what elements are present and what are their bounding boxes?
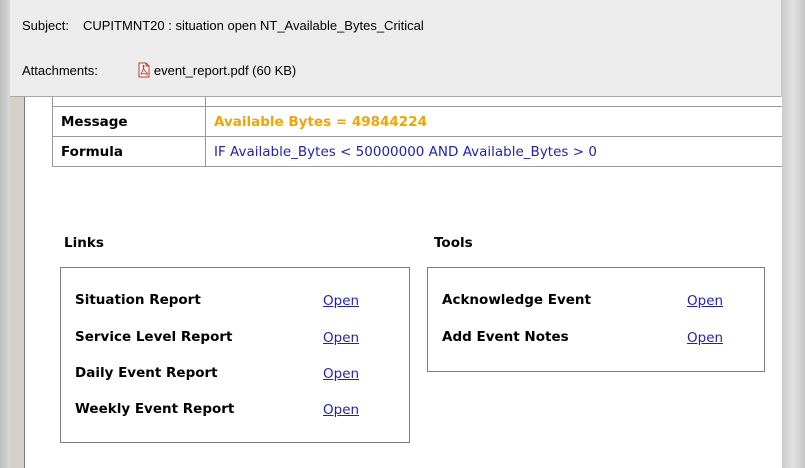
tools-title: Tools <box>434 235 473 251</box>
formula-key: Formula <box>52 136 206 167</box>
open-service-level-report-link[interactable]: Open <box>323 330 359 346</box>
tool-label-add-event-notes: Add Event Notes <box>442 329 569 345</box>
table-cell-value <box>205 97 782 107</box>
message-key: Message <box>52 106 206 137</box>
links-panel: Situation Report Open Service Level Repo… <box>60 267 410 443</box>
link-label-weekly-event-report: Weekly Event Report <box>75 401 235 417</box>
open-add-event-notes-link[interactable]: Open <box>687 330 723 346</box>
open-acknowledge-event-link[interactable]: Open <box>687 293 723 309</box>
subject-label: Subject: <box>22 18 69 33</box>
link-label-service-level-report: Service Level Report <box>75 329 233 345</box>
link-label-situation-report: Situation Report <box>75 292 201 308</box>
tool-label-acknowledge-event: Acknowledge Event <box>442 292 591 308</box>
open-weekly-event-report-link[interactable]: Open <box>323 402 359 418</box>
links-title: Links <box>64 235 104 251</box>
link-label-daily-event-report: Daily Event Report <box>75 365 218 381</box>
email-header: Subject: CUPITMNT20 : situation open NT_A… <box>10 0 781 97</box>
pdf-file-icon <box>138 62 150 78</box>
subject-value: CUPITMNT20 : situation open NT_Available… <box>82 18 424 33</box>
open-situation-report-link[interactable]: Open <box>323 293 359 309</box>
attachment-name: event_report.pdf (60 KB) <box>153 63 297 78</box>
open-daily-event-report-link[interactable]: Open <box>323 366 359 382</box>
table-cell-key <box>52 97 206 107</box>
email-body: Message Available Bytes = 49844224 Formu… <box>24 97 782 468</box>
table-row-message: Message Available Bytes = 49844224 <box>52 106 782 137</box>
tools-panel: Acknowledge Event Open Add Event Notes O… <box>427 267 765 372</box>
attachment-link[interactable]: event_report.pdf (60 KB) <box>136 62 297 78</box>
formula-value: IF Available_Bytes < 50000000 AND Availa… <box>205 136 782 167</box>
message-value: Available Bytes = 49844224 <box>205 106 782 137</box>
attachments-label: Attachments: <box>22 63 98 78</box>
event-details-table: Message Available Bytes = 49844224 Formu… <box>52 97 782 167</box>
desktop-background-right <box>781 0 805 468</box>
subject-row: Subject: CUPITMNT20 : situation open NT_A… <box>22 18 424 33</box>
attachments-row: Attachments: event_report.pdf (60 KB) <box>22 62 296 78</box>
desktop-background-left <box>0 0 10 468</box>
table-row <box>52 97 782 107</box>
table-row-formula: Formula IF Available_Bytes < 50000000 AN… <box>52 136 782 167</box>
